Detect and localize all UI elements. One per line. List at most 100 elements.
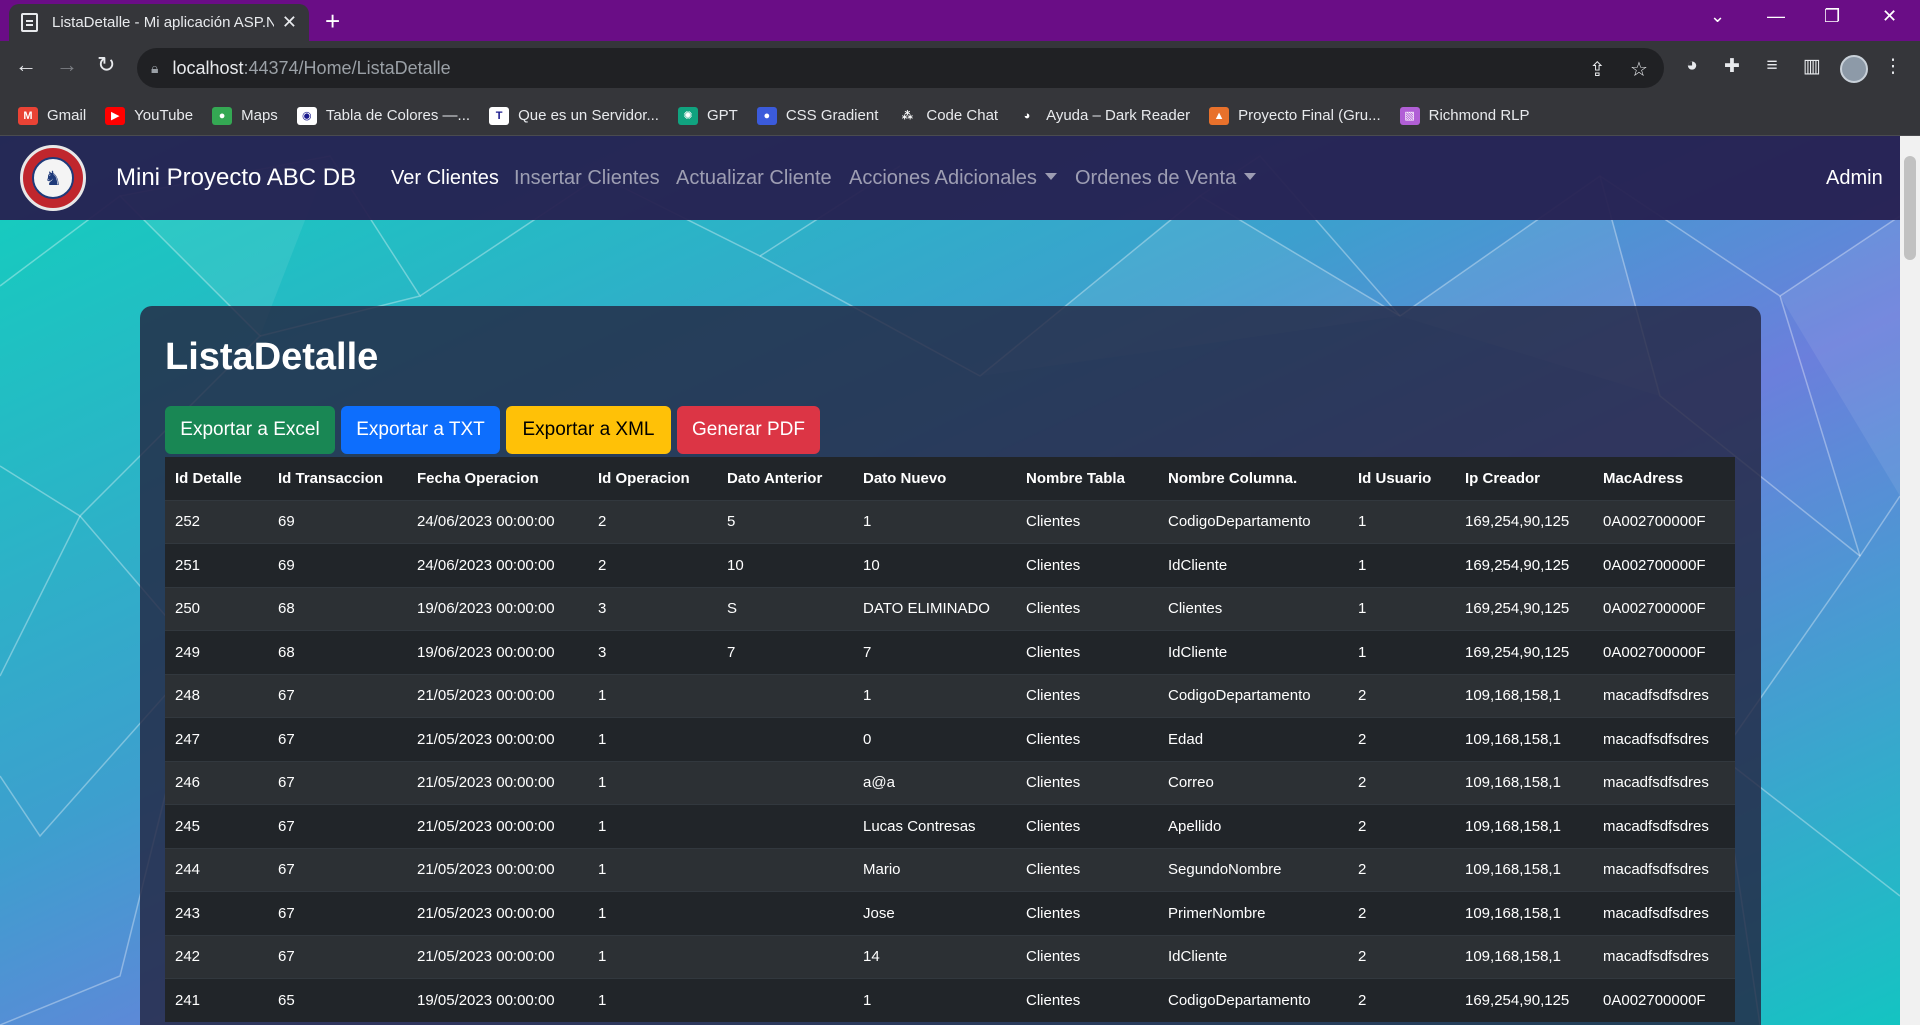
table-row: 248 67 21/05/2023 00:00:00 1 1 Clientes Codigo… [165,673,1735,718]
nav-dropdown-acciones-adicionales[interactable]: Acciones Adicionales [849,167,1057,190]
table-cell: Clientes [1016,891,1158,935]
extensions-icon[interactable]: ✚ [1719,55,1745,81]
column-header[interactable]: Dato Nuevo [853,457,1016,500]
nav-link-ver-clientes[interactable]: Ver Clientes [391,167,499,190]
table-cell: 1 [588,804,717,848]
lock-icon[interactable]: 🔒︎ [151,60,158,77]
table-cell: 0A002700000F [1593,499,1735,544]
bookmark-item[interactable]: ◕ Ayuda – Dark Reader [1017,106,1191,125]
bookmark-item[interactable]: ▶ YouTube [105,106,193,125]
column-header[interactable]: Nombre Tabla [1016,457,1158,500]
table-cell: Clientes [1016,586,1158,631]
table-cell: 250 [165,586,268,631]
table-cell: CodigoDepartamento [1158,978,1348,1022]
page-icon [21,13,38,32]
forward-icon[interactable]: → [56,52,78,78]
bookmark-item[interactable]: ● CSS Gradient [756,106,878,125]
table-cell [717,673,853,718]
table-cell: 2 [1348,891,1455,935]
nav-dropdown-label: Acciones Adicionales [849,167,1037,189]
column-header[interactable]: Ip Creador [1455,457,1593,500]
table-cell: 67 [268,804,407,848]
column-header[interactable]: Id Transaccion [268,457,407,500]
export-txt-button[interactable]: Exportar a TXT [341,406,500,454]
seal-icon: ♞ [32,157,74,199]
bookmark-item[interactable]: M Gmail [18,106,86,125]
table-cell: 1 [588,934,717,979]
bookmark-item[interactable]: T Que es un Servidor... [489,106,659,125]
column-header[interactable]: Id Usuario [1348,457,1455,500]
column-header[interactable]: Fecha Operacion [407,457,588,500]
scrollbar-thumb[interactable] [1904,156,1916,260]
browser-menu-icon[interactable]: ⋮ [1880,55,1906,81]
table-cell: 2 [588,543,717,587]
bookmark-star-icon[interactable]: ☆ [1630,57,1648,82]
table-cell: S [717,586,853,631]
column-header[interactable]: Dato Anterior [717,457,853,500]
user-menu[interactable]: Admin [1826,167,1883,190]
table-cell: 21/05/2023 00:00:00 [407,760,588,805]
close-tab-icon[interactable]: ✕ [282,12,297,33]
table-cell: 243 [165,891,268,935]
column-header[interactable]: MacAdress [1593,457,1735,500]
nav-link-insertar-clientes[interactable]: Insertar Clientes [514,167,660,190]
address-bar[interactable]: 🔒︎ localhost:44374/Home/ListaDetalle ⇪ ☆ [137,48,1664,88]
content-card: ListaDetalle Exportar a Excel Exportar a… [140,306,1761,1025]
table-cell: 19/05/2023 00:00:00 [407,978,588,1022]
table-cell: 2 [1348,934,1455,979]
profile-avatar[interactable] [1840,55,1868,83]
table-cell: 21/05/2023 00:00:00 [407,934,588,979]
new-tab-icon[interactable]: + [325,6,340,37]
media-control-icon[interactable]: ≡ [1759,55,1785,81]
page-scrollbar[interactable] [1900,136,1920,1025]
dark-reader-extension-icon[interactable]: ◕ [1679,55,1705,81]
table-cell: 1 [1348,586,1455,631]
bookmark-item[interactable]: ▲ Proyecto Final (Gru... [1209,106,1381,125]
table-cell: 19/06/2023 00:00:00 [407,630,588,674]
bookmark-item[interactable]: ◉ Tabla de Colores —... [296,106,470,125]
table-cell: 241 [165,978,268,1022]
export-excel-button[interactable]: Exportar a Excel [165,406,335,454]
table-cell: 1 [588,847,717,892]
table-row: 241 65 19/05/2023 00:00:00 1 1 Clientes Codigo… [165,978,1735,1022]
generate-pdf-button[interactable]: Generar PDF [677,406,820,454]
table-cell [717,760,853,805]
table-cell: 67 [268,891,407,935]
share-icon[interactable]: ⇪ [1589,57,1606,82]
nav-link-actualizar-cliente[interactable]: Actualizar Cliente [676,167,832,190]
bookmark-item[interactable]: ✺ GPT [677,106,738,125]
css-gradient-icon: ● [756,106,777,125]
restore-icon[interactable]: ❐ [1824,6,1840,27]
table-cell: 21/05/2023 00:00:00 [407,717,588,761]
table-cell: 109,168,158,1 [1455,804,1593,848]
column-header[interactable]: Nombre Columna. [1158,457,1348,500]
table-cell: macadfsdfsdres [1593,804,1735,848]
table-cell: 1 [588,978,717,1022]
table-row: 245 67 21/05/2023 00:00:00 1 Lucas Contresas… [165,804,1735,848]
bookmark-label: Maps [241,107,278,124]
reload-icon[interactable]: ↻ [97,52,115,78]
bookmark-label: Ayuda – Dark Reader [1046,107,1191,124]
university-logo[interactable]: ♞ [20,145,86,211]
tab-search-icon[interactable]: ⌄ [1710,6,1725,27]
browser-tab[interactable]: ListaDetalle - Mi aplicación ASP.N ✕ [9,4,309,41]
window-close-icon[interactable]: ✕ [1882,6,1897,27]
minimize-icon[interactable]: — [1767,6,1785,27]
column-header[interactable]: Id Operacion [588,457,717,500]
maps-icon: ● [212,106,233,125]
caret-down-icon [1044,173,1057,180]
bookmark-item[interactable]: ⁂ Code Chat [897,106,998,125]
side-panel-icon[interactable]: ▥ [1799,55,1825,81]
table-cell: 68 [268,630,407,674]
proyecto-icon: ▲ [1209,106,1230,125]
export-xml-button[interactable]: Exportar a XML [506,406,671,454]
site-brand[interactable]: Mini Proyecto ABC DB [116,164,356,192]
back-icon[interactable]: ← [15,52,37,78]
column-header[interactable]: Id Detalle [165,457,268,500]
bookmark-item[interactable]: ▧ Richmond RLP [1399,106,1530,125]
table-cell: Edad [1158,717,1348,761]
table-cell: 1 [588,673,717,718]
bookmark-item[interactable]: ● Maps [212,106,278,125]
nav-dropdown-ordenes-de-venta[interactable]: Ordenes de Venta [1075,167,1257,190]
table-cell: Clientes [1016,717,1158,761]
